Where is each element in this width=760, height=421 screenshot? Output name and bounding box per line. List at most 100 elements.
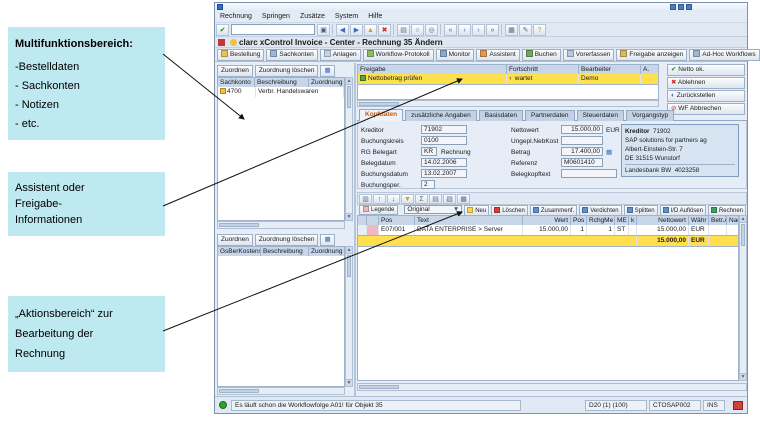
item-row[interactable]: E07/001DATA ENTERPRISE > Server15.000,00…: [357, 225, 739, 236]
tab-zusaetzliche-angaben[interactable]: zusätzliche Angaben: [405, 110, 477, 121]
purchase-order-icon: [221, 50, 228, 57]
zuordnung-loeschen-button[interactable]: Zuordnung löschen: [255, 234, 319, 246]
previous-page-icon[interactable]: ‹: [458, 24, 471, 36]
first-page-icon[interactable]: «: [444, 24, 457, 36]
zurueckstellen-button[interactable]: ◐ Zurückstellen: [667, 90, 745, 102]
find-next-icon[interactable]: ◎: [425, 24, 438, 36]
belegdatum-field[interactable]: 14.02.2006: [421, 158, 467, 167]
maximize-icon[interactable]: [678, 4, 684, 10]
print-icon[interactable]: ▤: [429, 194, 442, 204]
button-sachkonten[interactable]: Sachkonten: [266, 49, 317, 61]
button-assistent[interactable]: Assistent: [476, 49, 519, 61]
back-icon[interactable]: ◀: [336, 24, 349, 36]
forward-icon[interactable]: ▶: [350, 24, 363, 36]
system-field[interactable]: D20 (1) (100): [585, 400, 647, 411]
insert-mode-field[interactable]: INS: [703, 400, 725, 411]
menu-system[interactable]: System: [330, 12, 363, 20]
page-title: clarc xControl Invoice - Center - Rechnu…: [239, 38, 443, 47]
panel-splitter[interactable]: [354, 63, 356, 397]
last-page-icon[interactable]: »: [486, 24, 499, 36]
callout-title: Multifunktionsbereich:: [15, 35, 158, 54]
print-icon[interactable]: ▤: [397, 24, 410, 36]
find-icon[interactable]: ○: [411, 24, 424, 36]
system-strip: [215, 3, 747, 12]
tab-partnerdaten[interactable]: Partnerdaten: [525, 110, 575, 121]
buchungsdatum-field[interactable]: 13.02.2007: [421, 169, 467, 178]
tab-basisdaten[interactable]: Basisdaten: [479, 110, 523, 121]
sum-icon[interactable]: Σ: [415, 194, 428, 204]
calculator-icon[interactable]: ▦: [606, 148, 612, 157]
bearbeiter-value: Demo: [579, 74, 641, 84]
cancel-icon[interactable]: ✖: [378, 24, 391, 36]
variant-select[interactable]: Original ▼: [404, 205, 462, 214]
menu-hilfe[interactable]: Hilfe: [363, 12, 387, 20]
button-anlagen[interactable]: Anlagen: [320, 49, 361, 61]
next-page-icon[interactable]: ›: [472, 24, 485, 36]
help-icon[interactable]: ?: [533, 24, 546, 36]
kontierung-hscrollbar[interactable]: [217, 387, 345, 395]
menu-zusaetze[interactable]: Zusätze: [295, 12, 330, 20]
freigabe-hscrollbar[interactable]: [357, 100, 659, 107]
new-session-icon[interactable]: ▦: [505, 24, 518, 36]
zuordnen-button[interactable]: Zuordnen: [217, 234, 253, 246]
button-freigabe-anzeigen[interactable]: Freigabe anzeigen: [616, 49, 687, 61]
tab-steuerdaten[interactable]: Steuerdaten: [577, 110, 624, 121]
betrag-field[interactable]: 17.400,00: [561, 147, 603, 156]
freigabe-table-body: [357, 85, 659, 100]
button-vorerfassen[interactable]: Vorerfassen: [563, 49, 615, 61]
button-adhoc-workflows[interactable]: Ad-Hoc Workflows: [689, 49, 759, 61]
items-vscrollbar[interactable]: ▲▼: [739, 215, 747, 381]
menu-springen[interactable]: Springen: [257, 12, 295, 20]
shortcut-icon[interactable]: ✎: [519, 24, 532, 36]
minimize-icon[interactable]: [670, 4, 676, 10]
command-field[interactable]: [231, 24, 315, 35]
total-row: 15.000,00EUR: [357, 236, 739, 247]
ablehnen-button[interactable]: ✖ Ablehnen: [667, 77, 745, 89]
button-monitor[interactable]: Monitor: [436, 49, 475, 61]
filter-icon[interactable]: ▼: [401, 194, 414, 204]
table-row[interactable]: 4700 Verbr. Handelswaren: [218, 87, 344, 97]
button-buchen[interactable]: Buchen: [522, 49, 561, 61]
tab-kopfdaten[interactable]: Kopfdaten: [359, 109, 403, 121]
monitor-icon: [440, 50, 447, 57]
beschreibung-value: Verbr. Handelswaren: [256, 87, 344, 97]
exit-icon[interactable]: ▲: [364, 24, 377, 36]
legende-button[interactable]: Legende: [359, 205, 398, 215]
sort-descending-icon[interactable]: ↓: [387, 194, 400, 204]
layout-grid-icon[interactable]: ▦: [457, 194, 470, 204]
buchungskreis-field[interactable]: 0100: [421, 136, 467, 145]
button-workflow-protokoll[interactable]: Workflow-Protokoll: [363, 49, 434, 61]
grid-icon[interactable]: ▦: [320, 65, 334, 77]
detail-icon[interactable]: ▥: [359, 194, 372, 204]
grid-icon[interactable]: ▦: [320, 234, 334, 246]
menu-rechnung[interactable]: Rechnung: [215, 12, 257, 20]
workflow-step-row[interactable]: Nettobetrag prüfen ◐ wartet Demo: [357, 74, 659, 85]
row-selector[interactable]: [358, 225, 367, 235]
sort-ascending-icon[interactable]: ↑: [373, 194, 386, 204]
zuordnung-loeschen-button[interactable]: Zuordnung löschen: [255, 65, 319, 77]
button-bestellung[interactable]: Bestellung: [217, 49, 264, 61]
status-bar: Es läuft schon die Workflowfolge A01! fü…: [215, 396, 747, 413]
kontierung-table: [217, 256, 345, 387]
netto-ok-button[interactable]: ✔ Netto ok.: [667, 64, 745, 76]
host-field[interactable]: CTOSAP002: [649, 400, 701, 411]
nebenkosten-field[interactable]: [561, 136, 603, 145]
belegkopftext-field[interactable]: [561, 169, 617, 178]
tab-vorgangstyp[interactable]: Vorgangstyp: [626, 110, 674, 121]
kontierung-vscrollbar[interactable]: ▲▼: [345, 246, 353, 387]
enter-icon[interactable]: ✔: [216, 24, 229, 36]
sachkonten-vscrollbar[interactable]: ▲▼: [345, 77, 353, 221]
sachkonten-hscrollbar[interactable]: [217, 221, 345, 229]
referenz-field[interactable]: M0601410: [561, 158, 603, 167]
kreditor-field[interactable]: 71902: [421, 125, 467, 134]
save-icon[interactable]: ▣: [317, 24, 330, 36]
items-hscrollbar[interactable]: [357, 383, 747, 391]
release-display-icon: [620, 50, 627, 57]
export-icon[interactable]: ▧: [443, 194, 456, 204]
close-icon[interactable]: [686, 4, 692, 10]
nettowert-field[interactable]: 15.000,00: [561, 125, 603, 134]
zuordnen-button[interactable]: Zuordnen: [217, 65, 253, 77]
buchungsper-field[interactable]: 2: [421, 180, 435, 189]
belegart-field[interactable]: KR: [421, 147, 437, 156]
vendor-city: Wunstorf: [655, 155, 680, 162]
